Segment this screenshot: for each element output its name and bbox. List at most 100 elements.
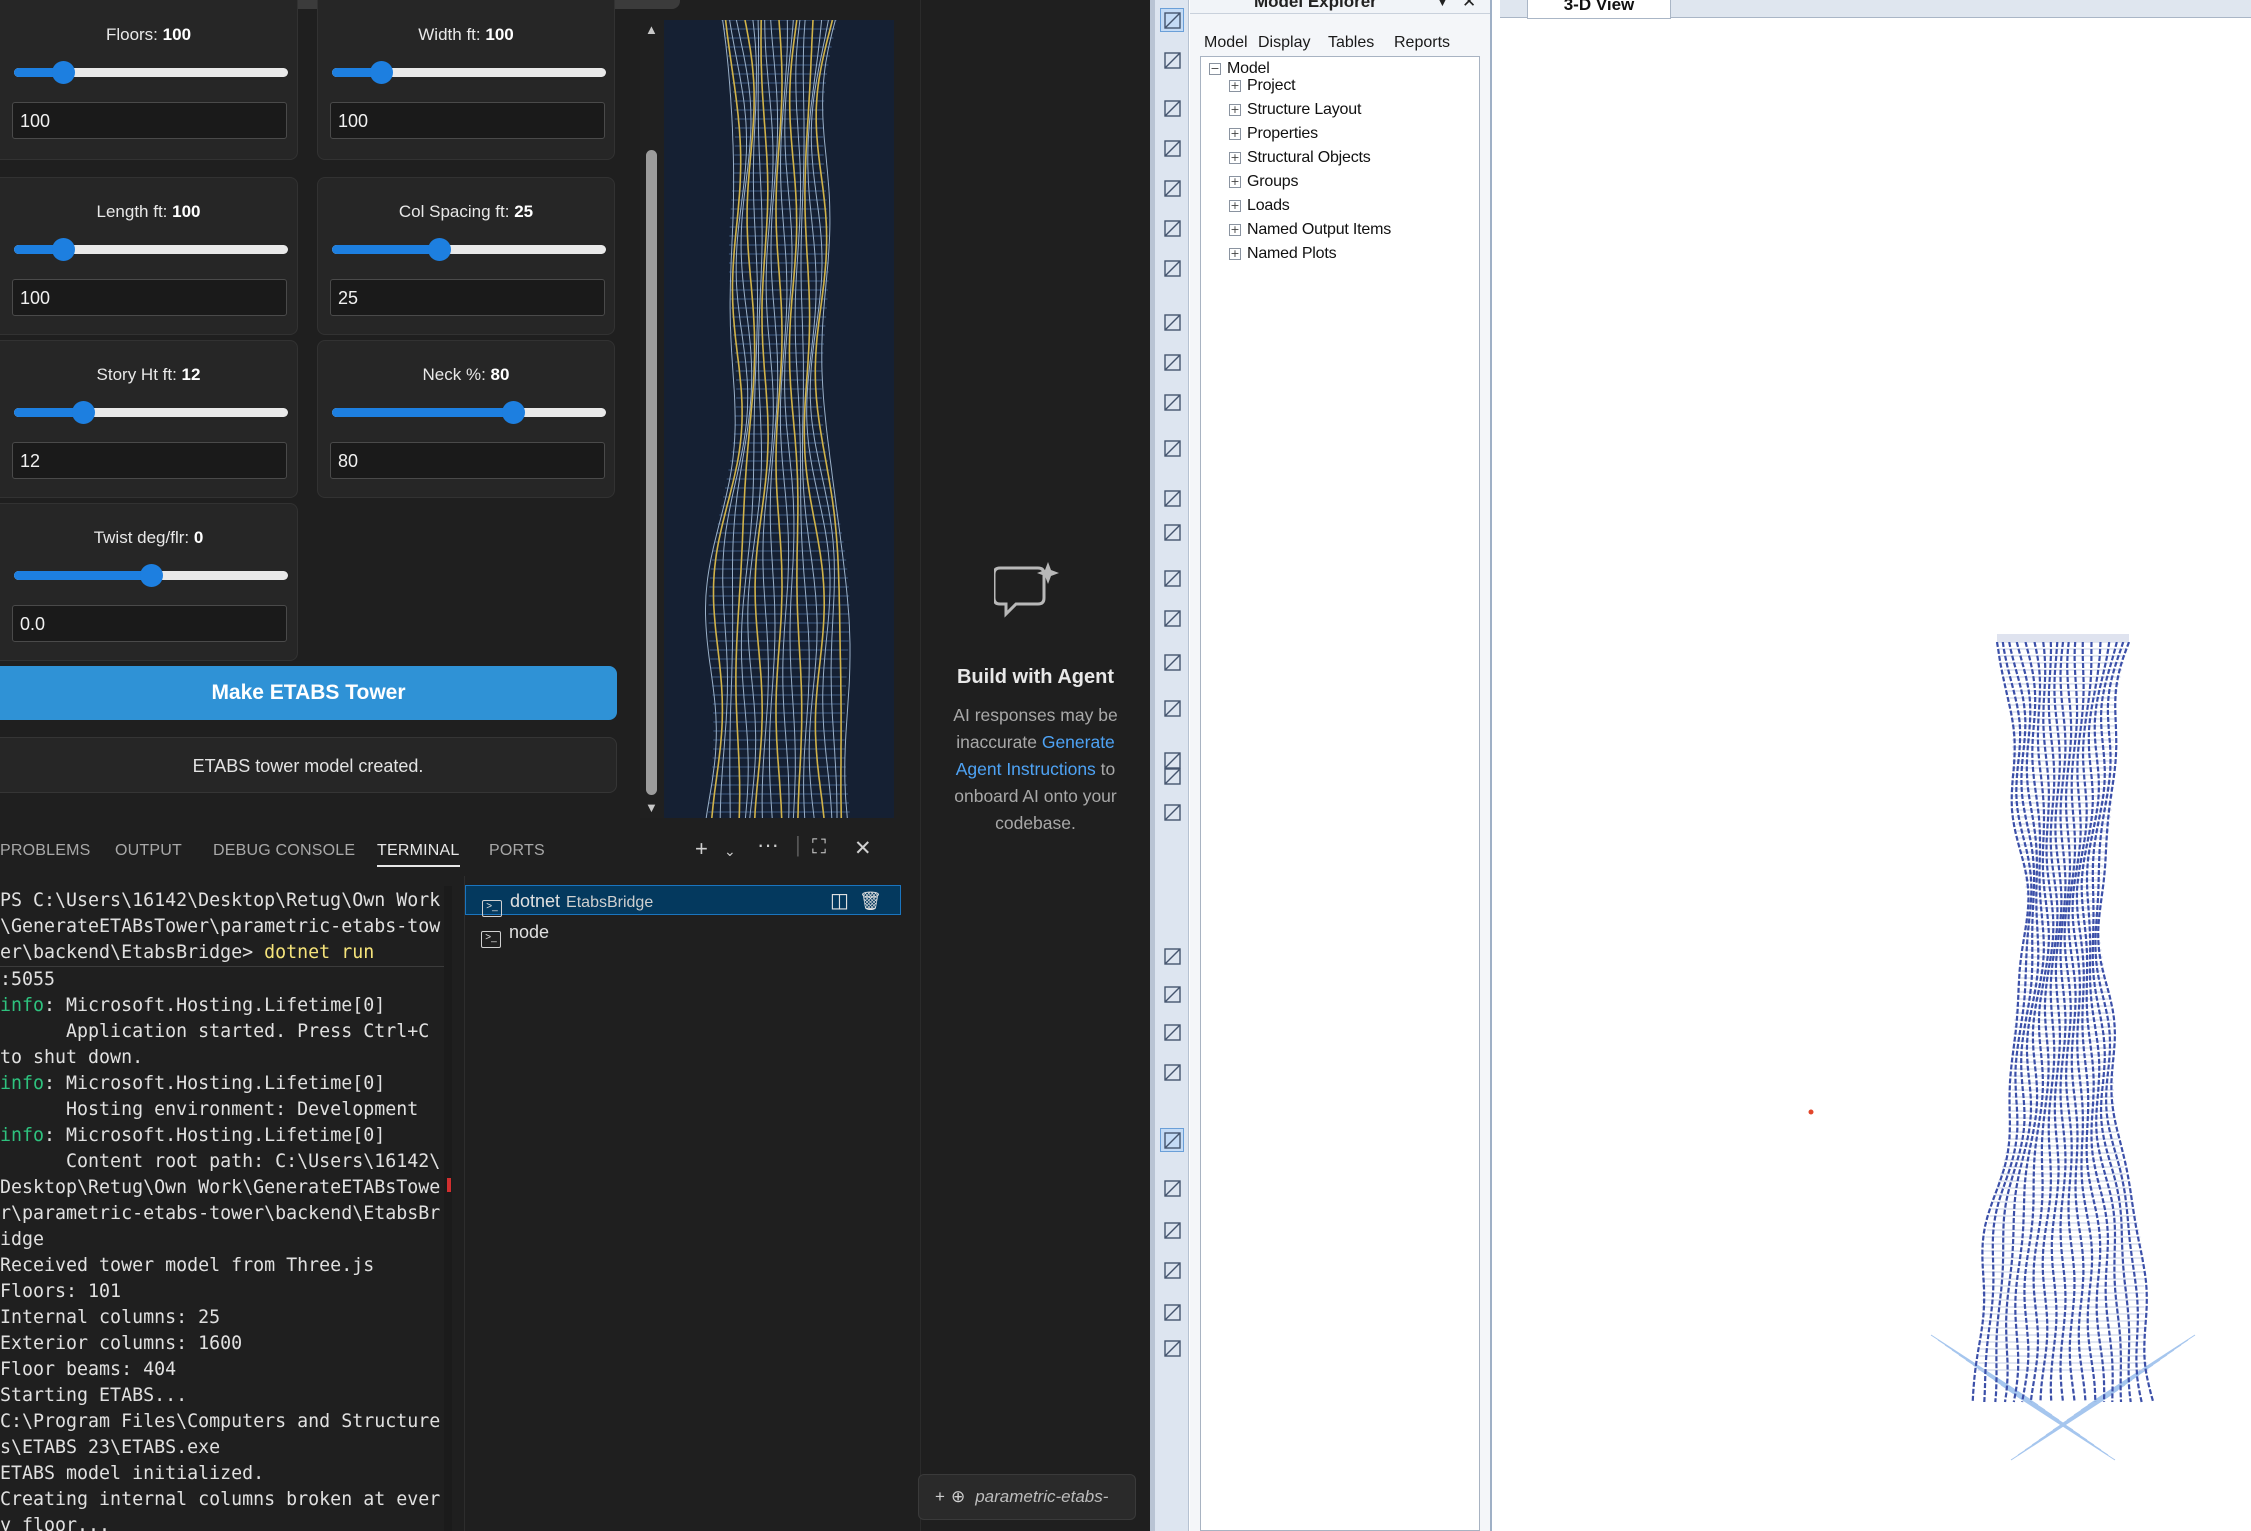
terminal-scrollbar[interactable] [444, 886, 452, 1531]
trash-icon[interactable]: 🗑 [859, 886, 882, 916]
tab-problems[interactable]: PROBLEMS [0, 842, 91, 860]
scrollbar-thumb[interactable] [646, 150, 657, 795]
scroll-up-arrow-icon[interactable]: ▲ [645, 22, 658, 37]
etabs-tool-icon[interactable] [1160, 390, 1184, 414]
etabs-tool-icon[interactable] [1160, 650, 1184, 674]
tab-debug-console[interactable]: DEBUG CONSOLE [213, 842, 355, 860]
terminal-item-node[interactable]: >_ node [465, 917, 901, 948]
agent-chat-input[interactable]: + ⊕ parametric-etabs- [918, 1474, 1136, 1520]
etabs-tool-icon[interactable] [1160, 520, 1184, 544]
etabs-tool-icon[interactable] [1160, 1060, 1184, 1084]
tree-node-item[interactable]: Named Plots [1247, 245, 1337, 263]
tab-display[interactable]: Display [1258, 34, 1310, 52]
slider-thumb[interactable] [501, 401, 525, 424]
slider-thumb[interactable] [427, 238, 451, 261]
tree-node-item[interactable]: Structure Layout [1247, 101, 1361, 119]
etabs-tool-icon[interactable] [1160, 176, 1184, 200]
tab-ports[interactable]: PORTS [489, 842, 545, 860]
control-slider[interactable] [332, 61, 606, 84]
tab-tables[interactable]: Tables [1328, 34, 1374, 52]
expand-icon[interactable]: + [1229, 104, 1241, 116]
etabs-tool-icon[interactable] [1160, 982, 1184, 1006]
control-slider[interactable] [14, 564, 288, 587]
status-message: ETABS tower model created. [0, 737, 617, 793]
expand-icon[interactable]: + [1229, 200, 1241, 212]
tab-3d-view[interactable]: 3-D View [1527, 0, 1671, 19]
expand-icon[interactable]: + [1229, 80, 1241, 92]
expand-icon[interactable]: + [1229, 248, 1241, 260]
control-number-input[interactable]: 100 [12, 102, 287, 139]
make-etabs-tower-button[interactable]: Make ETABS Tower [0, 666, 617, 720]
etabs-tool-icon[interactable] [1160, 566, 1184, 590]
etabs-tool-icon[interactable] [1160, 1258, 1184, 1282]
etabs-tool-icon[interactable] [1160, 696, 1184, 720]
more-actions-icon[interactable]: ··· [757, 832, 779, 858]
etabs-tool-icon[interactable] [1160, 136, 1184, 160]
expand-icon[interactable]: + [1229, 224, 1241, 236]
tab-terminal[interactable]: TERMINAL [377, 842, 460, 867]
slider-thumb[interactable] [52, 238, 76, 261]
control-slider[interactable] [14, 401, 288, 424]
etabs-tool-icon[interactable] [1160, 486, 1184, 510]
expand-icon[interactable]: + [1229, 176, 1241, 188]
control-number-input[interactable]: 100 [12, 279, 287, 316]
slider-thumb[interactable] [140, 564, 163, 587]
tree-node-item[interactable]: Loads [1247, 197, 1290, 215]
scroll-down-arrow-icon[interactable]: ▼ [645, 800, 658, 815]
control-number-input[interactable]: 80 [330, 442, 605, 479]
tab-output[interactable]: OUTPUT [115, 842, 182, 860]
etabs-tool-icon[interactable] [1160, 606, 1184, 630]
slider-thumb[interactable] [71, 401, 95, 424]
etabs-tool-icon[interactable] [1160, 764, 1184, 788]
etabs-tool-icon[interactable] [1160, 350, 1184, 374]
close-panel-icon[interactable]: ✕ [854, 836, 872, 861]
pin-dropdown-icon[interactable]: ▼ [1436, 0, 1449, 9]
etabs-tool-icon[interactable] [1160, 1336, 1184, 1360]
globe-icon[interactable]: ⊕ [951, 1487, 965, 1506]
control-number-input[interactable]: 25 [330, 279, 605, 316]
etabs-tool-icon[interactable] [1160, 1176, 1184, 1200]
etabs-tool-icon[interactable] [1160, 436, 1184, 460]
tree-node-item[interactable]: Named Output Items [1247, 221, 1391, 239]
tree-node-item[interactable]: Groups [1247, 173, 1298, 191]
etabs-tool-icon[interactable] [1160, 256, 1184, 280]
etabs-tool-icon[interactable] [1160, 944, 1184, 968]
close-explorer-icon[interactable]: ✕ [1462, 0, 1476, 12]
control-number-input[interactable]: 100 [330, 102, 605, 139]
etabs-tool-icon[interactable] [1160, 800, 1184, 824]
control-slider[interactable] [14, 61, 288, 84]
etabs-tool-icon[interactable] [1160, 1300, 1184, 1324]
collapse-model-icon[interactable]: − [1209, 63, 1221, 75]
terminal-item-dotnet[interactable]: >_ dotnet EtabsBridge ◫ 🗑 [465, 885, 901, 917]
add-context-icon[interactable]: + [935, 1487, 945, 1506]
slider-thumb[interactable] [370, 61, 394, 84]
slider-thumb[interactable] [52, 61, 76, 84]
chevron-down-icon[interactable]: ⌄ [724, 843, 736, 860]
control-slider[interactable] [14, 238, 288, 261]
etabs-tool-icon[interactable] [1160, 310, 1184, 334]
etabs-tool-icon[interactable] [1160, 216, 1184, 240]
etabs-tool-icon[interactable] [1160, 1218, 1184, 1242]
etabs-tool-icon[interactable] [1160, 8, 1184, 32]
new-terminal-plus-icon[interactable]: + [695, 836, 708, 862]
control-slider[interactable] [332, 238, 606, 261]
split-terminal-icon[interactable]: ◫ [830, 886, 849, 916]
tree-node-model[interactable]: Model [1227, 60, 1270, 78]
control-number-input[interactable]: 12 [12, 442, 287, 479]
etabs-tool-icon[interactable] [1160, 1020, 1184, 1044]
expand-icon[interactable]: + [1229, 128, 1241, 140]
expand-icon[interactable]: + [1229, 152, 1241, 164]
tree-node-item[interactable]: Structural Objects [1247, 149, 1371, 167]
etabs-tool-icon[interactable] [1160, 48, 1184, 72]
control-number-input[interactable]: 0.0 [12, 605, 287, 642]
control-slider[interactable] [332, 401, 606, 424]
terminal-output[interactable]: PS C:\Users\16142\Desktop\Retug\Own Work… [0, 888, 444, 1531]
tree-node-item[interactable]: Properties [1247, 125, 1318, 143]
preview-scrollbar[interactable]: ▲ ▼ [640, 20, 664, 818]
tab-reports[interactable]: Reports [1394, 34, 1450, 52]
tab-model[interactable]: Model [1204, 34, 1248, 52]
tree-node-item[interactable]: Project [1247, 77, 1296, 95]
etabs-tool-icon[interactable] [1160, 96, 1184, 120]
etabs-tool-icon[interactable] [1160, 1128, 1184, 1152]
maximize-panel-icon[interactable]: ⛶ [812, 836, 826, 859]
